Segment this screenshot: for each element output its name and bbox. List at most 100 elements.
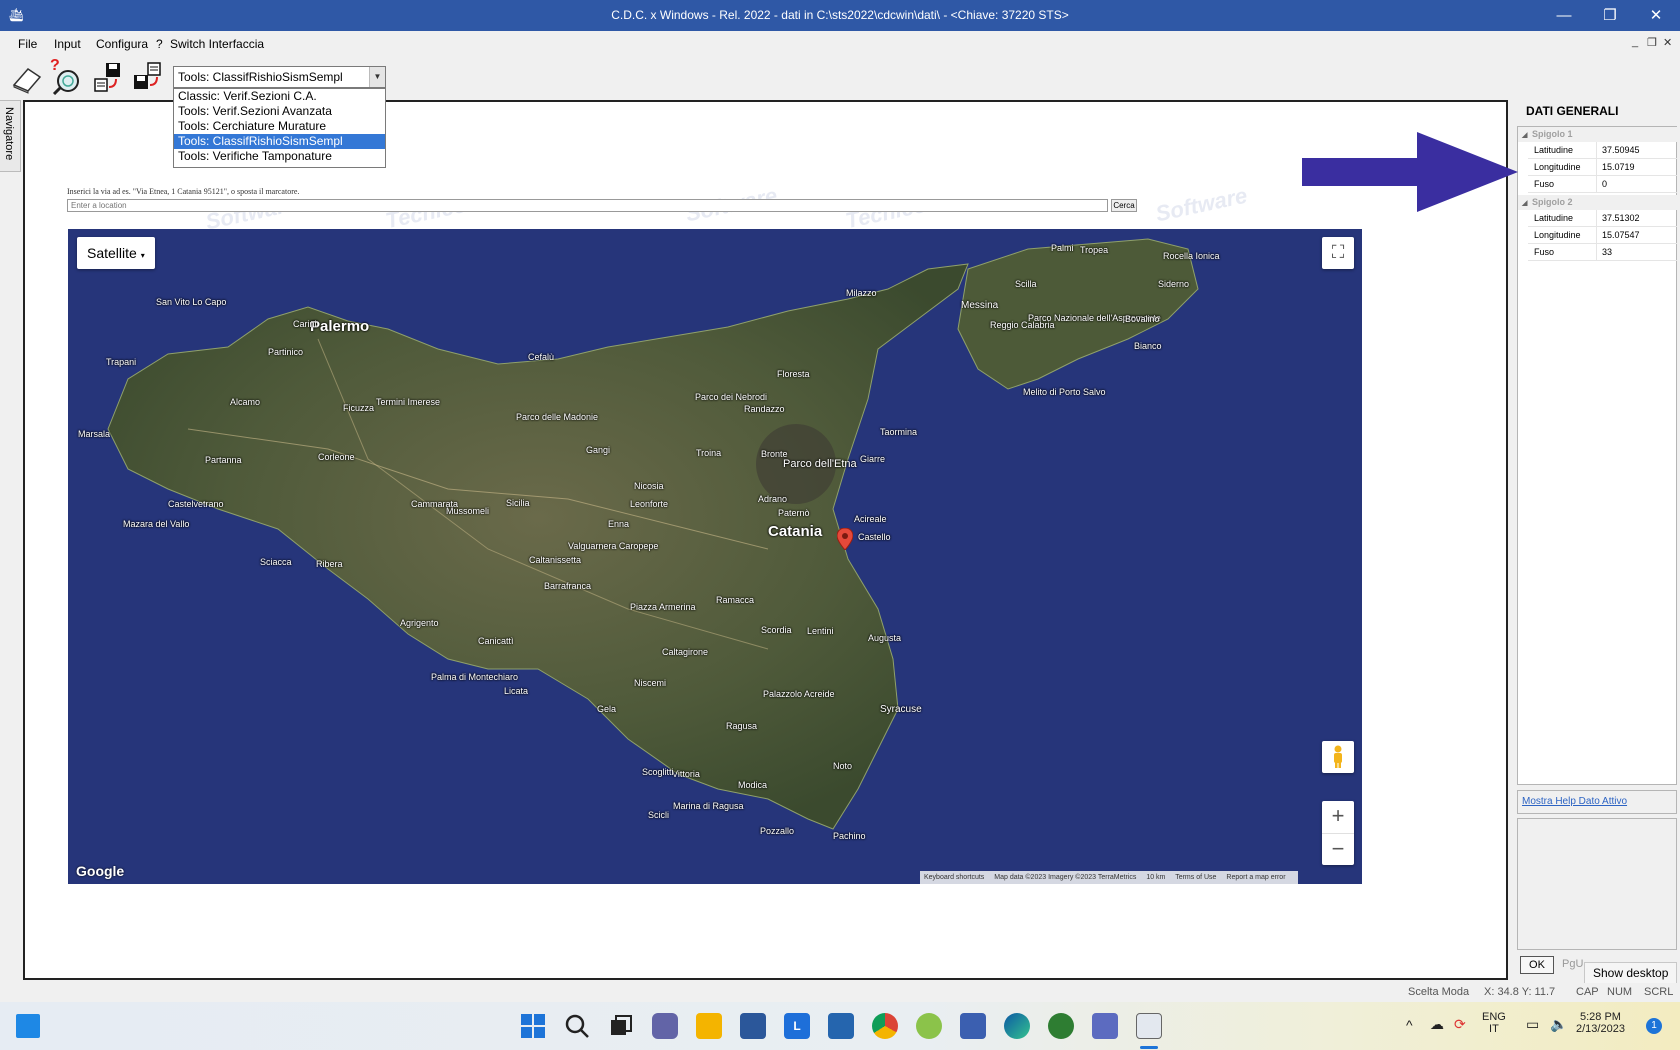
network-icon[interactable]: ☁: [1430, 1016, 1444, 1033]
mdi-close-button[interactable]: ✕: [1663, 36, 1672, 49]
menu-configura[interactable]: Configura: [96, 37, 148, 51]
map-label: Adrano: [758, 494, 788, 504]
app-icon[interactable]: [1092, 1013, 1118, 1039]
active-app-indicator: [1140, 1046, 1158, 1049]
collapse-icon[interactable]: ◢: [1522, 196, 1532, 211]
map-label: Termini Imerese: [376, 397, 441, 407]
chevron-up-icon[interactable]: ^: [1406, 1017, 1413, 1033]
navigator-tab[interactable]: Navigatore: [0, 100, 21, 172]
leaf-app-icon[interactable]: [916, 1013, 942, 1039]
chevron-down-icon: ▾: [140, 251, 145, 260]
map-label: Trapani: [106, 357, 137, 367]
menu-bar: File Input Configura ? Switch Interfacci…: [0, 31, 1680, 57]
keyboard-shortcuts-link[interactable]: Keyboard shortcuts: [924, 874, 984, 881]
export-icon[interactable]: [92, 61, 126, 95]
mdi-minimize-button[interactable]: _: [1632, 36, 1638, 48]
google-logo: Google: [76, 863, 125, 879]
map-marker[interactable]: [836, 527, 854, 553]
map-label: Caltagirone: [662, 647, 709, 657]
map-label: Mazara del Vallo: [123, 519, 190, 529]
eraser-icon[interactable]: [10, 61, 44, 95]
menu-switch-interfaccia[interactable]: Switch Interfaccia: [170, 37, 264, 51]
dropbox-icon[interactable]: [960, 1013, 986, 1039]
watermark: Software: [1153, 182, 1250, 227]
map-label: Leonforte: [630, 499, 669, 509]
map-type-button[interactable]: Satellite ▾: [77, 237, 155, 269]
zoom-in-button[interactable]: +: [1322, 801, 1354, 833]
map-label: Cefalù: [528, 352, 555, 362]
start-icon[interactable]: [520, 1013, 546, 1039]
dropdown-option[interactable]: Tools: Verifiche Tamponature: [174, 149, 385, 164]
language-indicator[interactable]: ENG IT: [1482, 1011, 1506, 1035]
close-button[interactable]: ✕: [1636, 4, 1676, 28]
monitor-icon[interactable]: ▭: [1526, 1016, 1539, 1033]
zoom-out-button[interactable]: −: [1322, 833, 1354, 865]
group-header[interactable]: ◢ Spigolo 1: [1518, 127, 1677, 142]
cdc-app-icon[interactable]: [1136, 1013, 1162, 1039]
map-label: Randazzo: [744, 404, 785, 414]
task-view-icon[interactable]: [608, 1013, 634, 1039]
map-label: Nicosia: [634, 481, 664, 491]
widgets-icon[interactable]: [16, 1014, 40, 1038]
clock[interactable]: 5:28 PM 2/13/2023: [1576, 1011, 1625, 1035]
group-header[interactable]: ◢ Spigolo 2: [1518, 195, 1677, 210]
chevron-down-icon[interactable]: ▼: [369, 67, 385, 87]
maximize-button[interactable]: ❐: [1590, 4, 1630, 28]
notification-badge[interactable]: 1: [1646, 1018, 1662, 1034]
pgup-button[interactable]: PgU: [1562, 958, 1583, 970]
map-label: Acireale: [854, 514, 887, 524]
report-error-link[interactable]: Report a map error: [1226, 874, 1285, 881]
chrome-icon[interactable]: [872, 1013, 898, 1039]
dropdown-option[interactable]: Tools: Verif.Sezioni Avanzata: [174, 104, 385, 119]
property-row[interactable]: Latitudine 37.50945: [1528, 142, 1677, 159]
mail-icon[interactable]: [828, 1013, 854, 1039]
property-row[interactable]: Latitudine 37.51302: [1528, 210, 1677, 227]
property-row[interactable]: Fuso 0: [1528, 176, 1677, 193]
map-view[interactable]: Palermo Catania Messina Trapani Marsala …: [68, 229, 1362, 884]
map-label: Licata: [504, 686, 529, 696]
chat-icon[interactable]: [652, 1013, 678, 1039]
edge-icon[interactable]: [1004, 1013, 1030, 1039]
sync-icon[interactable]: ⟳: [1454, 1016, 1466, 1033]
map-label: Gangi: [586, 445, 611, 455]
dropdown-option-selected[interactable]: Tools: ClassifRishioSismSempl: [174, 134, 385, 149]
store-icon[interactable]: [740, 1013, 766, 1039]
main-pane: Software Tecnico Software Tecnico Softwa…: [23, 100, 1508, 980]
pegman-button[interactable]: [1322, 741, 1354, 773]
map-label: Vittoria: [672, 769, 700, 779]
map-label: Floresta: [777, 369, 810, 379]
map-label: Ramacca: [716, 595, 755, 605]
map-label: Marsala: [78, 429, 111, 439]
menu-input[interactable]: Input: [54, 37, 81, 51]
search-hint: Inserici la via ad es. "Via Etnea, 1 Cat…: [67, 187, 300, 196]
help-question-mark: ?: [50, 57, 60, 74]
import-icon[interactable]: [130, 61, 164, 95]
map-label: Tropea: [1080, 245, 1109, 255]
menu-help[interactable]: ?: [156, 37, 163, 51]
menu-file[interactable]: File: [18, 37, 37, 51]
dropdown-option[interactable]: Tools: Cerchiature Murature: [174, 119, 385, 134]
interface-dropdown: Classic: Verif.Sezioni C.A. Tools: Verif…: [173, 88, 386, 168]
location-search-input[interactable]: [67, 199, 1108, 212]
property-row[interactable]: Longitudine 15.0719: [1528, 159, 1677, 176]
property-row[interactable]: Fuso 33: [1528, 244, 1677, 261]
search-icon[interactable]: [564, 1013, 590, 1039]
l-app-icon[interactable]: L: [784, 1013, 810, 1039]
search-button[interactable]: Cerca: [1111, 199, 1137, 212]
help-link[interactable]: Mostra Help Dato Attivo: [1517, 790, 1677, 814]
volume-icon[interactable]: 🔈: [1550, 1016, 1567, 1033]
fullscreen-button[interactable]: ⛶: [1322, 237, 1354, 269]
globe-app-icon[interactable]: [1048, 1013, 1074, 1039]
collapse-icon[interactable]: ◢: [1522, 128, 1532, 143]
interface-combo[interactable]: Tools: ClassifRishioSismSempl ▼: [173, 66, 386, 88]
zoom-control: + −: [1322, 801, 1354, 865]
mdi-restore-button[interactable]: ❐: [1647, 36, 1657, 49]
search-help-icon[interactable]: ?: [48, 57, 82, 96]
property-row[interactable]: Longitudine 15.07547: [1528, 227, 1677, 244]
ok-button[interactable]: OK: [1520, 956, 1554, 974]
file-explorer-icon[interactable]: [696, 1013, 722, 1039]
dropdown-option[interactable]: Classic: Verif.Sezioni C.A.: [174, 89, 385, 104]
terms-link[interactable]: Terms of Use: [1175, 874, 1216, 881]
map-label: Palmi: [1051, 243, 1074, 253]
minimize-button[interactable]: —: [1544, 4, 1584, 28]
